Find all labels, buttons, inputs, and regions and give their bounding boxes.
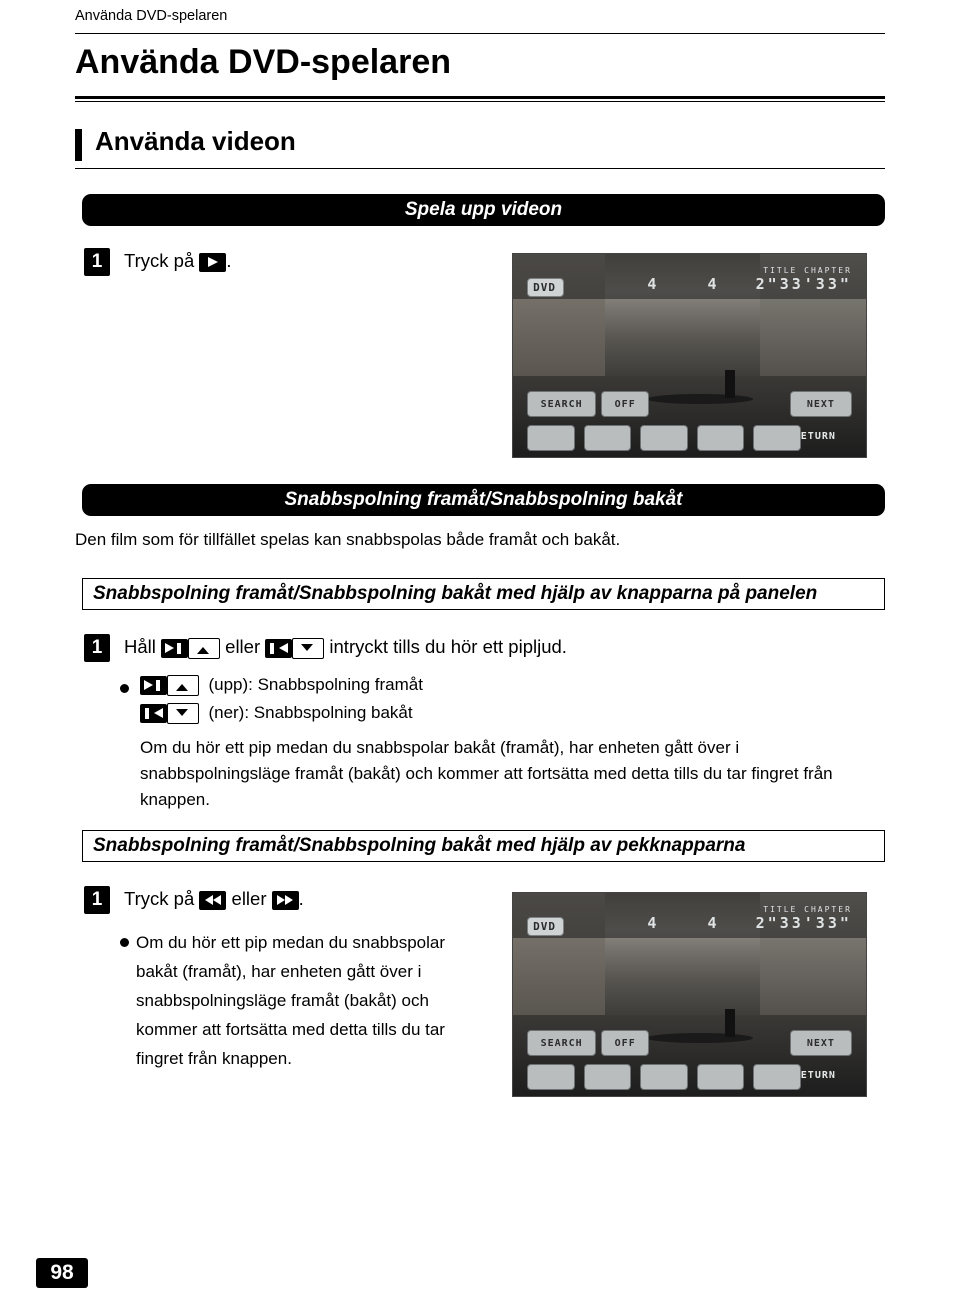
dvd-screen-top: DVD TITLE CHAPTER 4 4 2"33'33" SEARCH OF… (512, 253, 867, 458)
step-touch-suffix: . (298, 888, 304, 909)
up-label: (upp): Snabbspolning framåt (208, 675, 423, 694)
step-play-prefix: Tryck på (124, 250, 195, 271)
dvd-pause-button[interactable] (527, 424, 575, 451)
down-row: (ner): Snabbspolning bakåt (140, 703, 413, 725)
arrow-down-icon-2 (167, 703, 199, 725)
banner-ff-rew: Snabbspolning framåt/Snabbspolning bakåt (82, 484, 885, 516)
dvd-control-row-2: SEARCH OFF NEXT RETURN (513, 1029, 866, 1096)
header-rule (75, 33, 885, 34)
skip-back-icon (265, 638, 293, 658)
dvd-off-button-2[interactable]: OFF (601, 1030, 650, 1057)
section-underline (75, 168, 885, 169)
dvd-badge: DVD (527, 278, 564, 298)
step-number-touch: 1 (84, 886, 110, 914)
dvd-pause-button-2[interactable] (527, 1063, 575, 1090)
skip-forward-icon (161, 638, 189, 658)
play-icon (199, 252, 227, 272)
dvd-info-values-2: 4 4 2"33'33" (647, 914, 852, 932)
dvd-next-button[interactable]: NEXT (789, 391, 852, 418)
dvd-time-value: 2"33'33" (755, 275, 852, 294)
up-row: (upp): Snabbspolning framåt (140, 675, 423, 697)
step-hold-prefix: Håll (124, 636, 156, 657)
dvd-badge-2: DVD (527, 917, 564, 937)
fast-forward-icon (271, 890, 299, 910)
dvd-screen-bottom: DVD TITLE CHAPTER 4 4 2"33'33" SEARCH OF… (512, 892, 867, 1097)
arrow-up-icon (188, 637, 221, 659)
bullet-touch (120, 938, 129, 947)
dvd-control-row: SEARCH OFF NEXT RETURN (513, 390, 866, 457)
manual-page: Använda DVD-spelaren Använda DVD-spelare… (0, 0, 960, 1300)
step-number-hold: 1 (84, 634, 110, 662)
dvd-stop-button[interactable] (583, 424, 632, 451)
dvd-off-button[interactable]: OFF (601, 391, 650, 418)
section-marker (75, 129, 82, 161)
boxhead-panel-buttons: Snabbspolning framåt/Snabbspolning bakåt… (82, 578, 885, 610)
title-rule-thin (75, 101, 885, 102)
step-text-hold: Håll eller intryckt tills du hör ett pip… (124, 636, 567, 659)
banner-play-video: Spela upp videon (82, 194, 885, 226)
section-heading: Använda videon (75, 124, 885, 170)
page-title: Använda DVD-spelaren (75, 43, 451, 81)
step-play-suffix: . (226, 250, 232, 271)
page-number: 98 (36, 1258, 88, 1288)
section-heading-label: Använda videon (95, 126, 296, 156)
dvd-fastforward-button[interactable] (753, 424, 801, 451)
dvd-time-value-2: 2"33'33" (755, 914, 852, 933)
dvd-info-2: TITLE CHAPTER 4 4 2"33'33" (647, 905, 852, 932)
dvd-play-button[interactable] (696, 424, 745, 451)
note-touch-text: Om du hör ett pip medan du snabbspolar b… (136, 933, 446, 1068)
step-hold-suffix: intryckt tills du hör ett pipljud. (329, 636, 567, 657)
title-rule-thick (75, 96, 885, 99)
dvd-stop-button-2[interactable] (583, 1063, 632, 1090)
step-touch-or: eller (231, 888, 267, 909)
boxhead-touch-buttons: Snabbspolning framåt/Snabbspolning bakåt… (82, 830, 885, 862)
skip-back-icon-2 (140, 704, 167, 724)
dvd-search-button[interactable]: SEARCH (527, 391, 597, 418)
dvd-next-button-2[interactable]: NEXT (789, 1030, 852, 1057)
step-number-play: 1 (84, 248, 110, 276)
skip-forward-icon-2 (140, 676, 167, 696)
step-text-touch: Tryck på eller . (124, 888, 304, 910)
arrow-up-icon-2 (167, 675, 199, 697)
dvd-rewind-button-2[interactable] (640, 1063, 688, 1090)
dvd-info-labels: TITLE CHAPTER (763, 266, 852, 276)
dvd-play-button-2[interactable] (696, 1063, 745, 1090)
running-head: Använda DVD-spelaren (75, 8, 228, 24)
dvd-info-labels-2: TITLE CHAPTER (763, 905, 852, 915)
dvd-chapter-value-2: 4 (707, 914, 720, 933)
dvd-info: TITLE CHAPTER 4 4 2"33'33" (647, 266, 852, 293)
dvd-title-value-2: 4 (647, 914, 660, 933)
dvd-info-values: 4 4 2"33'33" (647, 275, 852, 293)
dvd-search-button-2[interactable]: SEARCH (527, 1030, 597, 1057)
step-text-play: Tryck på . (124, 250, 232, 272)
dvd-chapter-value: 4 (707, 275, 720, 294)
dvd-rewind-button[interactable] (640, 424, 688, 451)
note-panel-text: Om du hör ett pip medan du snabbspolar b… (140, 738, 833, 809)
step-touch-prefix: Tryck på (124, 888, 195, 909)
rewind-icon (199, 890, 227, 910)
step-hold-or: eller (225, 636, 261, 657)
dvd-title-value: 4 (647, 275, 660, 294)
intro-ff-text: Den film som för tillfället spelas kan s… (75, 530, 621, 549)
arrow-down-icon (292, 637, 325, 659)
down-label: (ner): Snabbspolning bakåt (208, 703, 413, 722)
bullet-panel (120, 684, 129, 693)
dvd-fastforward-button-2[interactable] (753, 1063, 801, 1090)
